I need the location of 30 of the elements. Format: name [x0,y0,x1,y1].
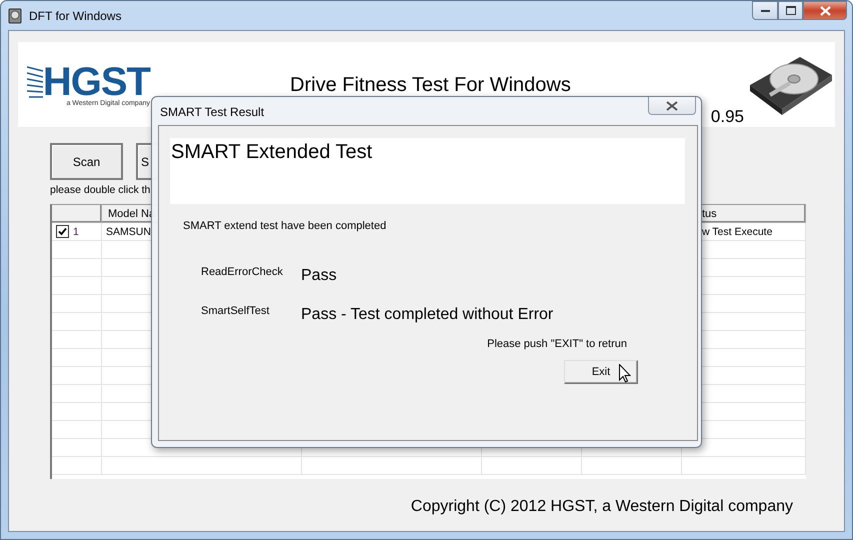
dialog-heading: SMART Extended Test [170,140,374,164]
table-cell: 1 [52,223,102,241]
close-button[interactable] [803,1,847,20]
copyright-text: Copyright (C) 2012 HGST, a Western Digital company [410,498,793,516]
exit-button[interactable]: Exit [564,360,638,384]
app-heading: Drive Fitness Test For Windows [290,74,571,98]
result-value: Pass - Test completed without Error [301,306,554,324]
logo-stripes-icon [26,65,43,99]
result-value: Pass [301,267,337,285]
close-button[interactable] [648,97,696,115]
minimize-icon [760,8,770,12]
maximize-button[interactable] [778,1,803,20]
result-label: ReadErrorCheck [201,266,284,278]
prompt-text: Please push "EXIT" to retrun [487,338,627,350]
dialog-title: SMART Test Result [160,105,264,119]
checkbox[interactable] [56,225,69,238]
mouse-pointer-icon [619,364,631,383]
close-icon [820,6,830,16]
hint-text: please double click th [50,184,152,196]
window-title: DFT for Windows [29,8,122,22]
maximize-icon [786,6,796,15]
table-cell [52,439,102,457]
logo-text: HGST [42,64,150,100]
minimize-button[interactable] [752,1,778,20]
toolbar-button[interactable]: Scan [50,143,123,180]
drive-icon [7,8,23,24]
close-icon [666,100,678,110]
table-cell [52,457,102,475]
version-text: 0.95 [710,107,744,127]
result-label: SmartSelfTest [201,305,270,317]
